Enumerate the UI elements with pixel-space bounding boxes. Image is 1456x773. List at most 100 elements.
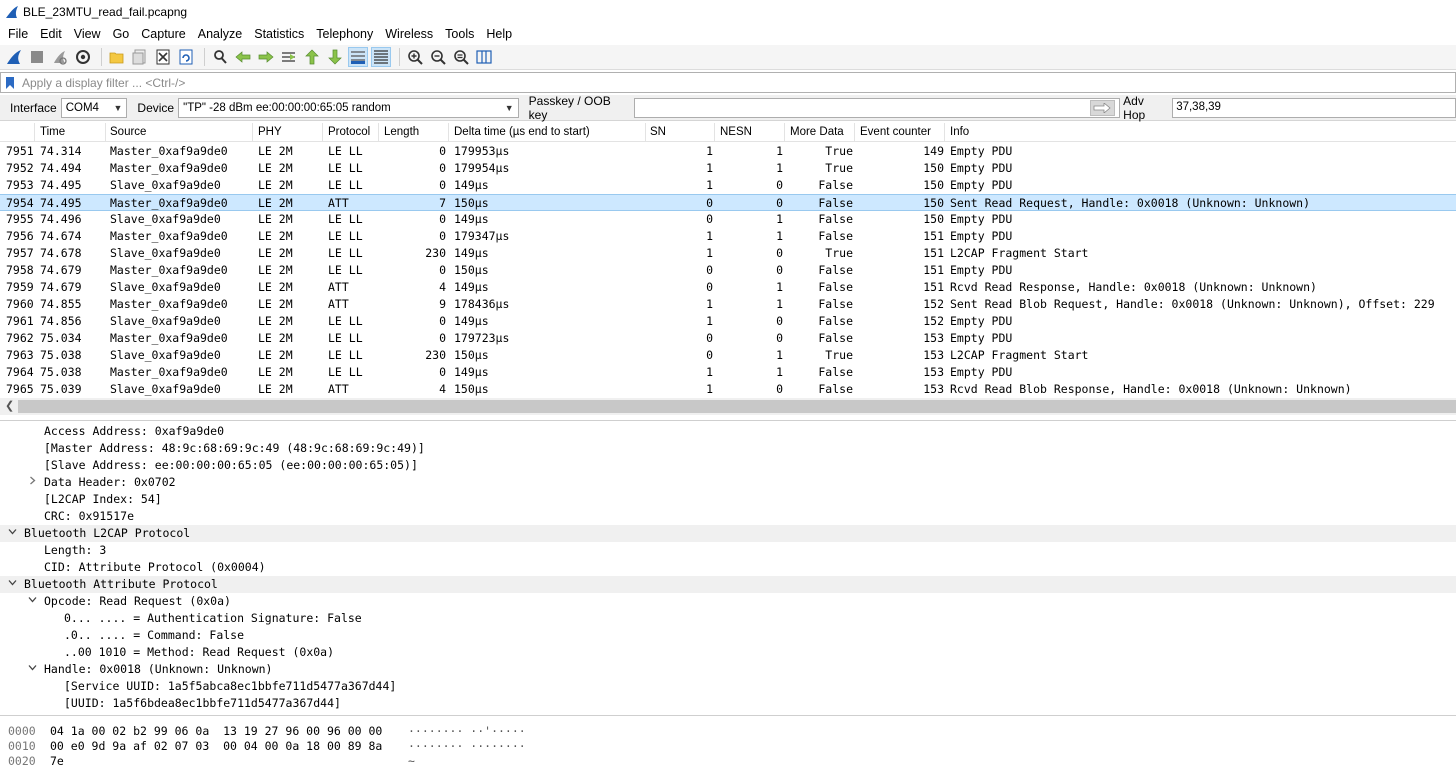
- protocol-tree-item[interactable]: [Service UUID: 1a5f5abca8ec1bbfe711d5477…: [0, 678, 1456, 695]
- protocol-tree-item[interactable]: .0.. .... = Command: False: [0, 627, 1456, 644]
- protocol-tree-item[interactable]: Access Address: 0xaf9a9de0: [0, 423, 1456, 440]
- bookmark-icon[interactable]: [1, 73, 19, 92]
- last-packet-icon[interactable]: [325, 47, 345, 67]
- hex-row[interactable]: 0000 04 1a 00 02 b2 99 06 0a 13 19 27 96 …: [0, 724, 1456, 739]
- packet-row[interactable]: 7965 75.039 Slave_0xaf9a9de0 LE 2M ATT 4 150µs…: [0, 381, 1456, 398]
- find-icon[interactable]: [210, 47, 230, 67]
- packet-row[interactable]: 7959 74.679 Slave_0xaf9a9de0 LE 2M ATT 4 149µs…: [0, 279, 1456, 296]
- scroll-left-icon[interactable]: ❮: [5, 399, 14, 412]
- column-divider[interactable]: [378, 123, 379, 142]
- restart-icon[interactable]: [50, 47, 70, 67]
- zoom-out-icon[interactable]: [428, 47, 448, 67]
- packet-row[interactable]: 7964 75.038 Master_0xaf9a9de0 LE 2M LE LL 0 14…: [0, 364, 1456, 381]
- protocol-tree-item[interactable]: [Slave Address: ee:00:00:00:65:05 (ee:00…: [0, 457, 1456, 474]
- menu-statistics[interactable]: Statistics: [248, 24, 310, 44]
- reload-icon[interactable]: [176, 47, 196, 67]
- stop-icon[interactable]: [27, 47, 47, 67]
- column-header-more-data[interactable]: More Data: [790, 126, 844, 138]
- first-packet-icon[interactable]: [302, 47, 322, 67]
- column-header-time[interactable]: Time: [40, 126, 65, 138]
- packet-row[interactable]: 7951 74.314 Master_0xaf9a9de0 LE 2M LE LL 0 17…: [0, 143, 1456, 160]
- expand-chevron-down-icon[interactable]: [6, 576, 18, 593]
- protocol-tree-item[interactable]: CID: Attribute Protocol (0x0004): [0, 559, 1456, 576]
- horizontal-scrollbar[interactable]: ❮: [0, 398, 1456, 415]
- packet-row[interactable]: 7952 74.494 Master_0xaf9a9de0 LE 2M LE LL 0 17…: [0, 160, 1456, 177]
- protocol-tree-item[interactable]: Handle: 0x0018 (Unknown: Unknown): [0, 661, 1456, 678]
- column-divider[interactable]: [784, 123, 785, 142]
- protocol-tree-item[interactable]: CRC: 0x91517e: [0, 508, 1456, 525]
- menu-wireless[interactable]: Wireless: [379, 24, 439, 44]
- zoom-in-icon[interactable]: [405, 47, 425, 67]
- column-header-length[interactable]: Length: [384, 126, 419, 138]
- packet-row[interactable]: 7955 74.496 Slave_0xaf9a9de0 LE 2M LE LL 0 149…: [0, 211, 1456, 228]
- column-header-delta-time-s-end-to-start[interactable]: Delta time (µs end to start): [454, 126, 590, 138]
- packet-row[interactable]: 7953 74.495 Slave_0xaf9a9de0 LE 2M LE LL 0 149…: [0, 177, 1456, 194]
- options-gear-icon[interactable]: [73, 47, 93, 67]
- expand-chevron-down-icon[interactable]: [6, 525, 18, 542]
- scrollbar-thumb[interactable]: [18, 400, 1456, 413]
- menu-view[interactable]: View: [68, 24, 107, 44]
- device-select[interactable]: "TP" -28 dBm ee:00:00:00:65:05 random ▼: [178, 97, 519, 118]
- expand-chevron-down-icon[interactable]: [26, 661, 38, 678]
- interface-select[interactable]: COM4 ▼: [60, 97, 128, 118]
- display-filter-input[interactable]: [19, 74, 1419, 91]
- open-folder-icon[interactable]: [107, 47, 127, 67]
- column-divider[interactable]: [34, 123, 35, 142]
- menu-capture[interactable]: Capture: [135, 24, 191, 44]
- protocol-tree-item[interactable]: Data Header: 0x0702: [0, 474, 1456, 491]
- advhop-input[interactable]: 37,38,39: [1172, 97, 1456, 118]
- column-header-sn[interactable]: SN: [650, 126, 666, 138]
- column-divider[interactable]: [714, 123, 715, 142]
- column-header-protocol[interactable]: Protocol: [328, 126, 370, 138]
- shark-fin-start-icon[interactable]: [4, 47, 24, 67]
- protocol-tree-item[interactable]: 0... .... = Authentication Signature: Fa…: [0, 610, 1456, 627]
- packet-row[interactable]: 7956 74.674 Master_0xaf9a9de0 LE 2M LE LL 0 17…: [0, 228, 1456, 245]
- protocol-tree-item[interactable]: [UUID: 1a5f6bdea8ec1bbfe711d5477a367d44]: [0, 695, 1456, 712]
- go-to-packet-icon[interactable]: [279, 47, 299, 67]
- protocol-tree-item[interactable]: [Master Address: 48:9c:68:69:9c:49 (48:9…: [0, 440, 1456, 457]
- protocol-tree-item[interactable]: Opcode: Read Request (0x0a): [0, 593, 1456, 610]
- packet-row[interactable]: 7954 74.495 Master_0xaf9a9de0 LE 2M ATT 7 150µ…: [0, 194, 1456, 211]
- packet-row[interactable]: 7960 74.855 Master_0xaf9a9de0 LE 2M ATT 9 1784…: [0, 296, 1456, 313]
- menu-help[interactable]: Help: [480, 24, 518, 44]
- resize-columns-icon[interactable]: [474, 47, 494, 67]
- autoscroll-icon[interactable]: [348, 47, 368, 67]
- hex-row[interactable]: 0020 7e ~: [0, 754, 1456, 769]
- expand-chevron-down-icon[interactable]: [26, 593, 38, 610]
- file-set-icon[interactable]: [130, 47, 150, 67]
- column-divider[interactable]: [645, 123, 646, 142]
- packet-row[interactable]: 7962 75.034 Master_0xaf9a9de0 LE 2M LE LL 0 17…: [0, 330, 1456, 347]
- back-arrow-icon[interactable]: [233, 47, 253, 67]
- menu-telephony[interactable]: Telephony: [310, 24, 379, 44]
- colorize-icon[interactable]: [371, 47, 391, 67]
- column-divider[interactable]: [854, 123, 855, 142]
- column-divider[interactable]: [252, 123, 253, 142]
- menu-file[interactable]: File: [2, 24, 34, 44]
- column-divider[interactable]: [944, 123, 945, 142]
- column-header-event-counter[interactable]: Event counter: [860, 126, 931, 138]
- packet-row[interactable]: 7961 74.856 Slave_0xaf9a9de0 LE 2M LE LL 0 149…: [0, 313, 1456, 330]
- menu-tools[interactable]: Tools: [439, 24, 480, 44]
- close-file-icon[interactable]: [153, 47, 173, 67]
- column-header-info[interactable]: Info: [950, 126, 969, 138]
- menu-go[interactable]: Go: [107, 24, 136, 44]
- packet-row[interactable]: 7958 74.679 Master_0xaf9a9de0 LE 2M LE LL 0 15…: [0, 262, 1456, 279]
- column-divider[interactable]: [322, 123, 323, 142]
- column-divider[interactable]: [105, 123, 106, 142]
- column-header-source[interactable]: Source: [110, 126, 146, 138]
- protocol-tree-item[interactable]: ..00 1010 = Method: Read Request (0x0a): [0, 644, 1456, 661]
- protocol-tree-section[interactable]: Bluetooth Attribute Protocol: [0, 576, 1456, 593]
- packet-row[interactable]: 7963 75.038 Slave_0xaf9a9de0 LE 2M LE LL 230 1…: [0, 347, 1456, 364]
- passkey-input[interactable]: [634, 97, 1120, 118]
- protocol-tree-item[interactable]: [L2CAP Index: 54]: [0, 491, 1456, 508]
- protocol-tree-item[interactable]: Length: 3: [0, 542, 1456, 559]
- column-divider[interactable]: [448, 123, 449, 142]
- apply-passkey-button[interactable]: [1089, 99, 1116, 116]
- column-header-phy[interactable]: PHY: [258, 126, 282, 138]
- collapse-chevron-right-icon[interactable]: [26, 474, 38, 491]
- column-header-nesn[interactable]: NESN: [720, 126, 752, 138]
- protocol-tree-section[interactable]: Bluetooth L2CAP Protocol: [0, 525, 1456, 542]
- zoom-normal-icon[interactable]: [451, 47, 471, 67]
- menu-edit[interactable]: Edit: [34, 24, 68, 44]
- menu-analyze[interactable]: Analyze: [192, 24, 248, 44]
